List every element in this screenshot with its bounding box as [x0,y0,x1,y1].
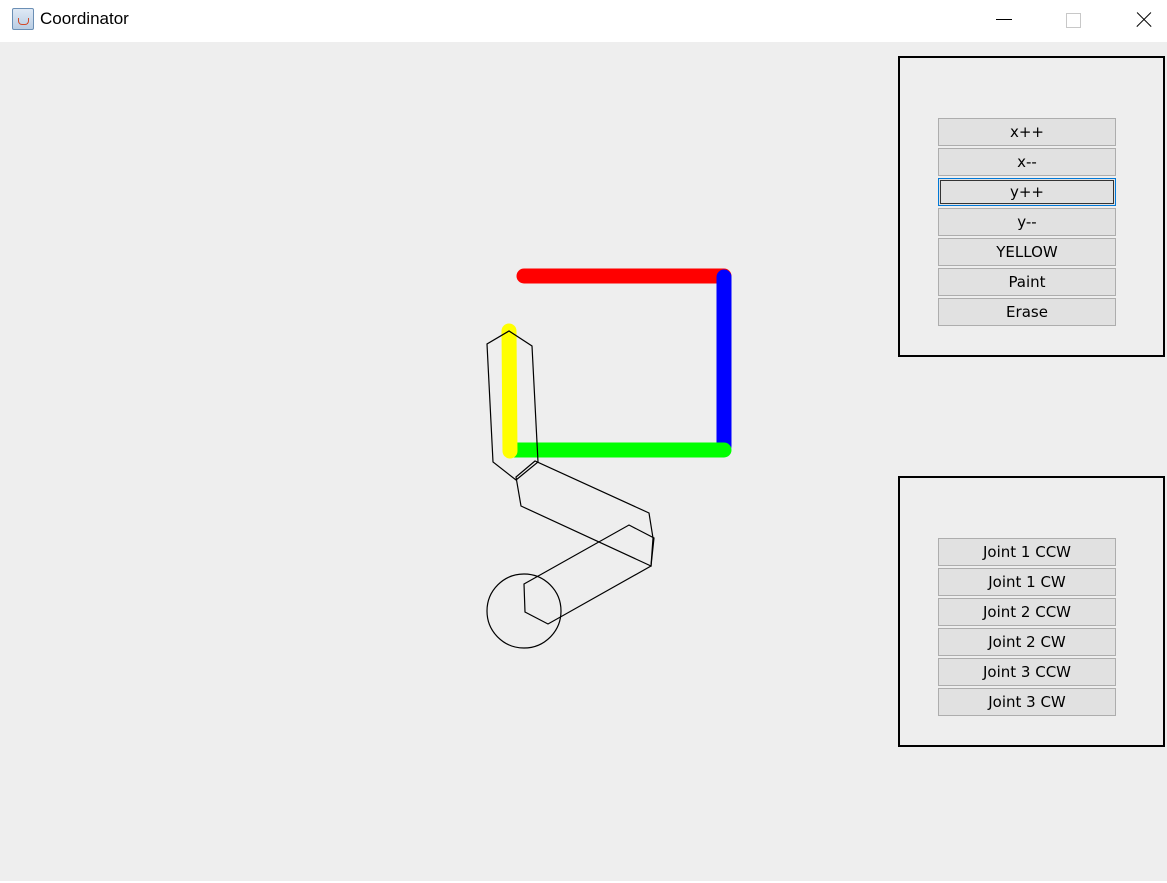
joint-1-ccw-button[interactable]: Joint 1 CCW [938,538,1116,566]
x-increment-button[interactable]: x++ [938,118,1116,146]
java-coffee-cup-icon[interactable] [12,8,34,30]
paint-button[interactable]: Paint [938,268,1116,296]
joint-1-cw-button[interactable]: Joint 1 CW [938,568,1116,596]
joint-3-cw-button[interactable]: Joint 3 CW [938,688,1116,716]
joint-3-ccw-button[interactable]: Joint 3 CCW [938,658,1116,686]
maximize-icon[interactable] [1050,0,1096,40]
joint-2-cw-button[interactable]: Joint 2 CW [938,628,1116,656]
minimize-icon[interactable] [981,0,1027,40]
position-control-panel: x++ x-- y++ y-- YELLOW Paint Erase [898,56,1165,357]
close-icon[interactable] [1120,0,1166,40]
joint-2-ccw-button[interactable]: Joint 2 CCW [938,598,1116,626]
y-decrement-button[interactable]: y-- [938,208,1116,236]
erase-button[interactable]: Erase [938,298,1116,326]
position-button-column: x++ x-- y++ y-- YELLOW Paint Erase [938,118,1116,328]
title-bar[interactable]: Coordinator [0,0,1167,42]
x-decrement-button[interactable]: x-- [938,148,1116,176]
window-title: Coordinator [40,9,129,28]
joint-button-column: Joint 1 CCW Joint 1 CW Joint 2 CCW Joint… [938,538,1116,718]
arm-link-1 [523,524,655,625]
joint-control-panel: Joint 1 CCW Joint 1 CW Joint 2 CCW Joint… [898,476,1165,747]
color-yellow-button[interactable]: YELLOW [938,238,1116,266]
painted-stroke-yellow [501,323,518,459]
app-window: Coordinator x++ x-- y++ y-- YELLOW Paint… [0,0,1167,883]
y-increment-button[interactable]: y++ [938,178,1116,206]
